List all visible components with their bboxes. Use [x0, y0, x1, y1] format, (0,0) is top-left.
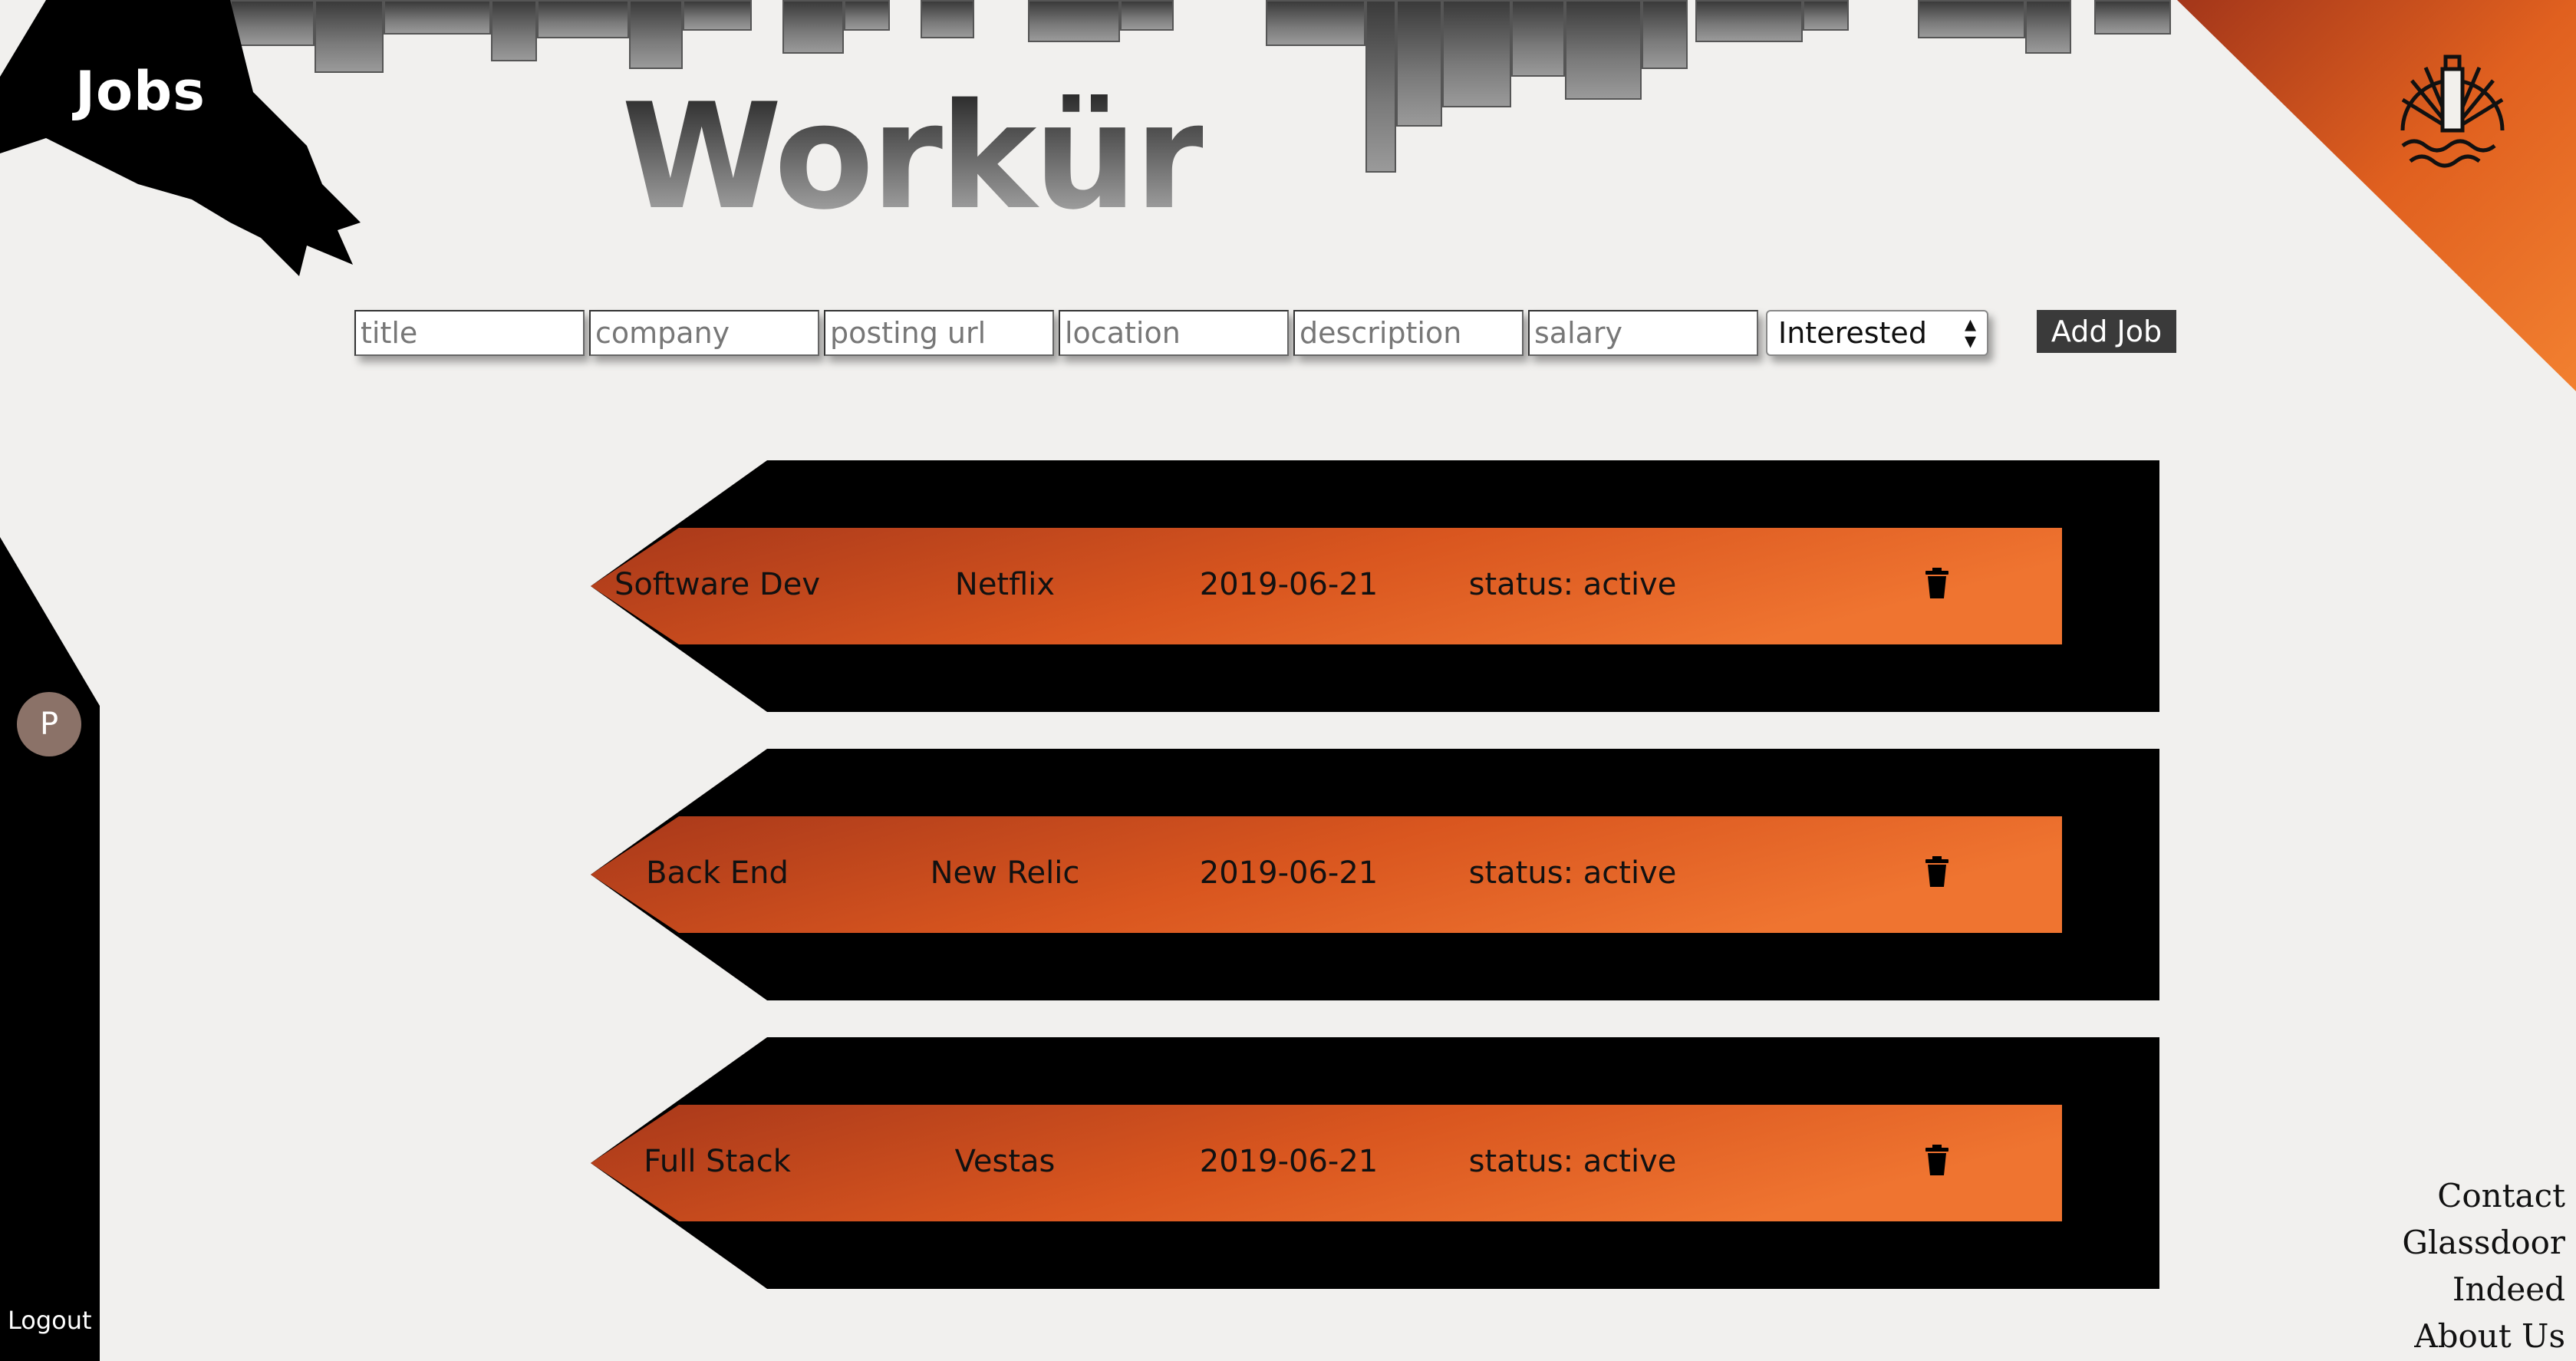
footer-links: Contact Glassdoor Indeed About Us: [2402, 1172, 2565, 1359]
job-date: 2019-06-21: [1199, 1144, 1379, 1179]
company-input[interactable]: [589, 310, 819, 356]
user-avatar[interactable]: P: [17, 692, 81, 756]
job-title: Full Stack: [644, 1144, 791, 1179]
title-input[interactable]: [354, 310, 585, 356]
job-status: status: active: [1468, 1144, 1677, 1179]
trash-icon[interactable]: [1924, 856, 1950, 887]
logout-link[interactable]: Logout: [8, 1306, 92, 1335]
posting-url-input[interactable]: [824, 310, 1054, 356]
skyline-banner: [199, 0, 2225, 176]
trash-icon[interactable]: [1924, 1145, 1950, 1175]
job-company: Netflix: [954, 567, 1056, 602]
trash-icon[interactable]: [1924, 568, 1950, 598]
indeed-link[interactable]: Indeed: [2402, 1266, 2565, 1313]
job-card[interactable]: Software Dev Netflix 2019-06-21 status: act…: [591, 460, 2163, 712]
status-select[interactable]: Interested ▴ ▾: [1766, 310, 1988, 356]
select-arrows-icon: ▴ ▾: [1964, 311, 1976, 354]
job-company: New Relic: [930, 855, 1080, 891]
brand-logo-text: Workür: [621, 72, 1206, 242]
job-title: Software Dev: [614, 567, 821, 602]
status-select-value: Interested: [1778, 316, 1927, 350]
job-status: status: active: [1468, 567, 1677, 602]
job-company: Vestas: [954, 1144, 1056, 1179]
job-status: status: active: [1468, 855, 1677, 891]
salary-input[interactable]: [1528, 310, 1758, 356]
section-title: Jobs: [75, 60, 206, 123]
app-root: Jobs Workür title company posting url lo…: [0, 0, 2576, 1361]
description-input[interactable]: [1293, 310, 1524, 356]
glassdoor-link[interactable]: Glassdoor: [2402, 1219, 2565, 1266]
job-date: 2019-06-21: [1199, 855, 1379, 891]
add-job-button[interactable]: Add Job: [2037, 310, 2176, 353]
job-title: Back End: [646, 855, 789, 891]
job-card[interactable]: Full Stack Vestas 2019-06-21 status: active: [591, 1037, 2163, 1289]
contact-link[interactable]: Contact: [2402, 1172, 2565, 1219]
job-date: 2019-06-21: [1199, 567, 1379, 602]
sidebar-panel: [0, 537, 100, 1361]
brush-stroke: [0, 0, 361, 276]
job-card[interactable]: Back End New Relic 2019-06-21 status: activ…: [591, 749, 2163, 1000]
about-us-link[interactable]: About Us: [2402, 1313, 2565, 1359]
lighthouse-icon: [2400, 54, 2505, 168]
location-input[interactable]: [1059, 310, 1289, 356]
